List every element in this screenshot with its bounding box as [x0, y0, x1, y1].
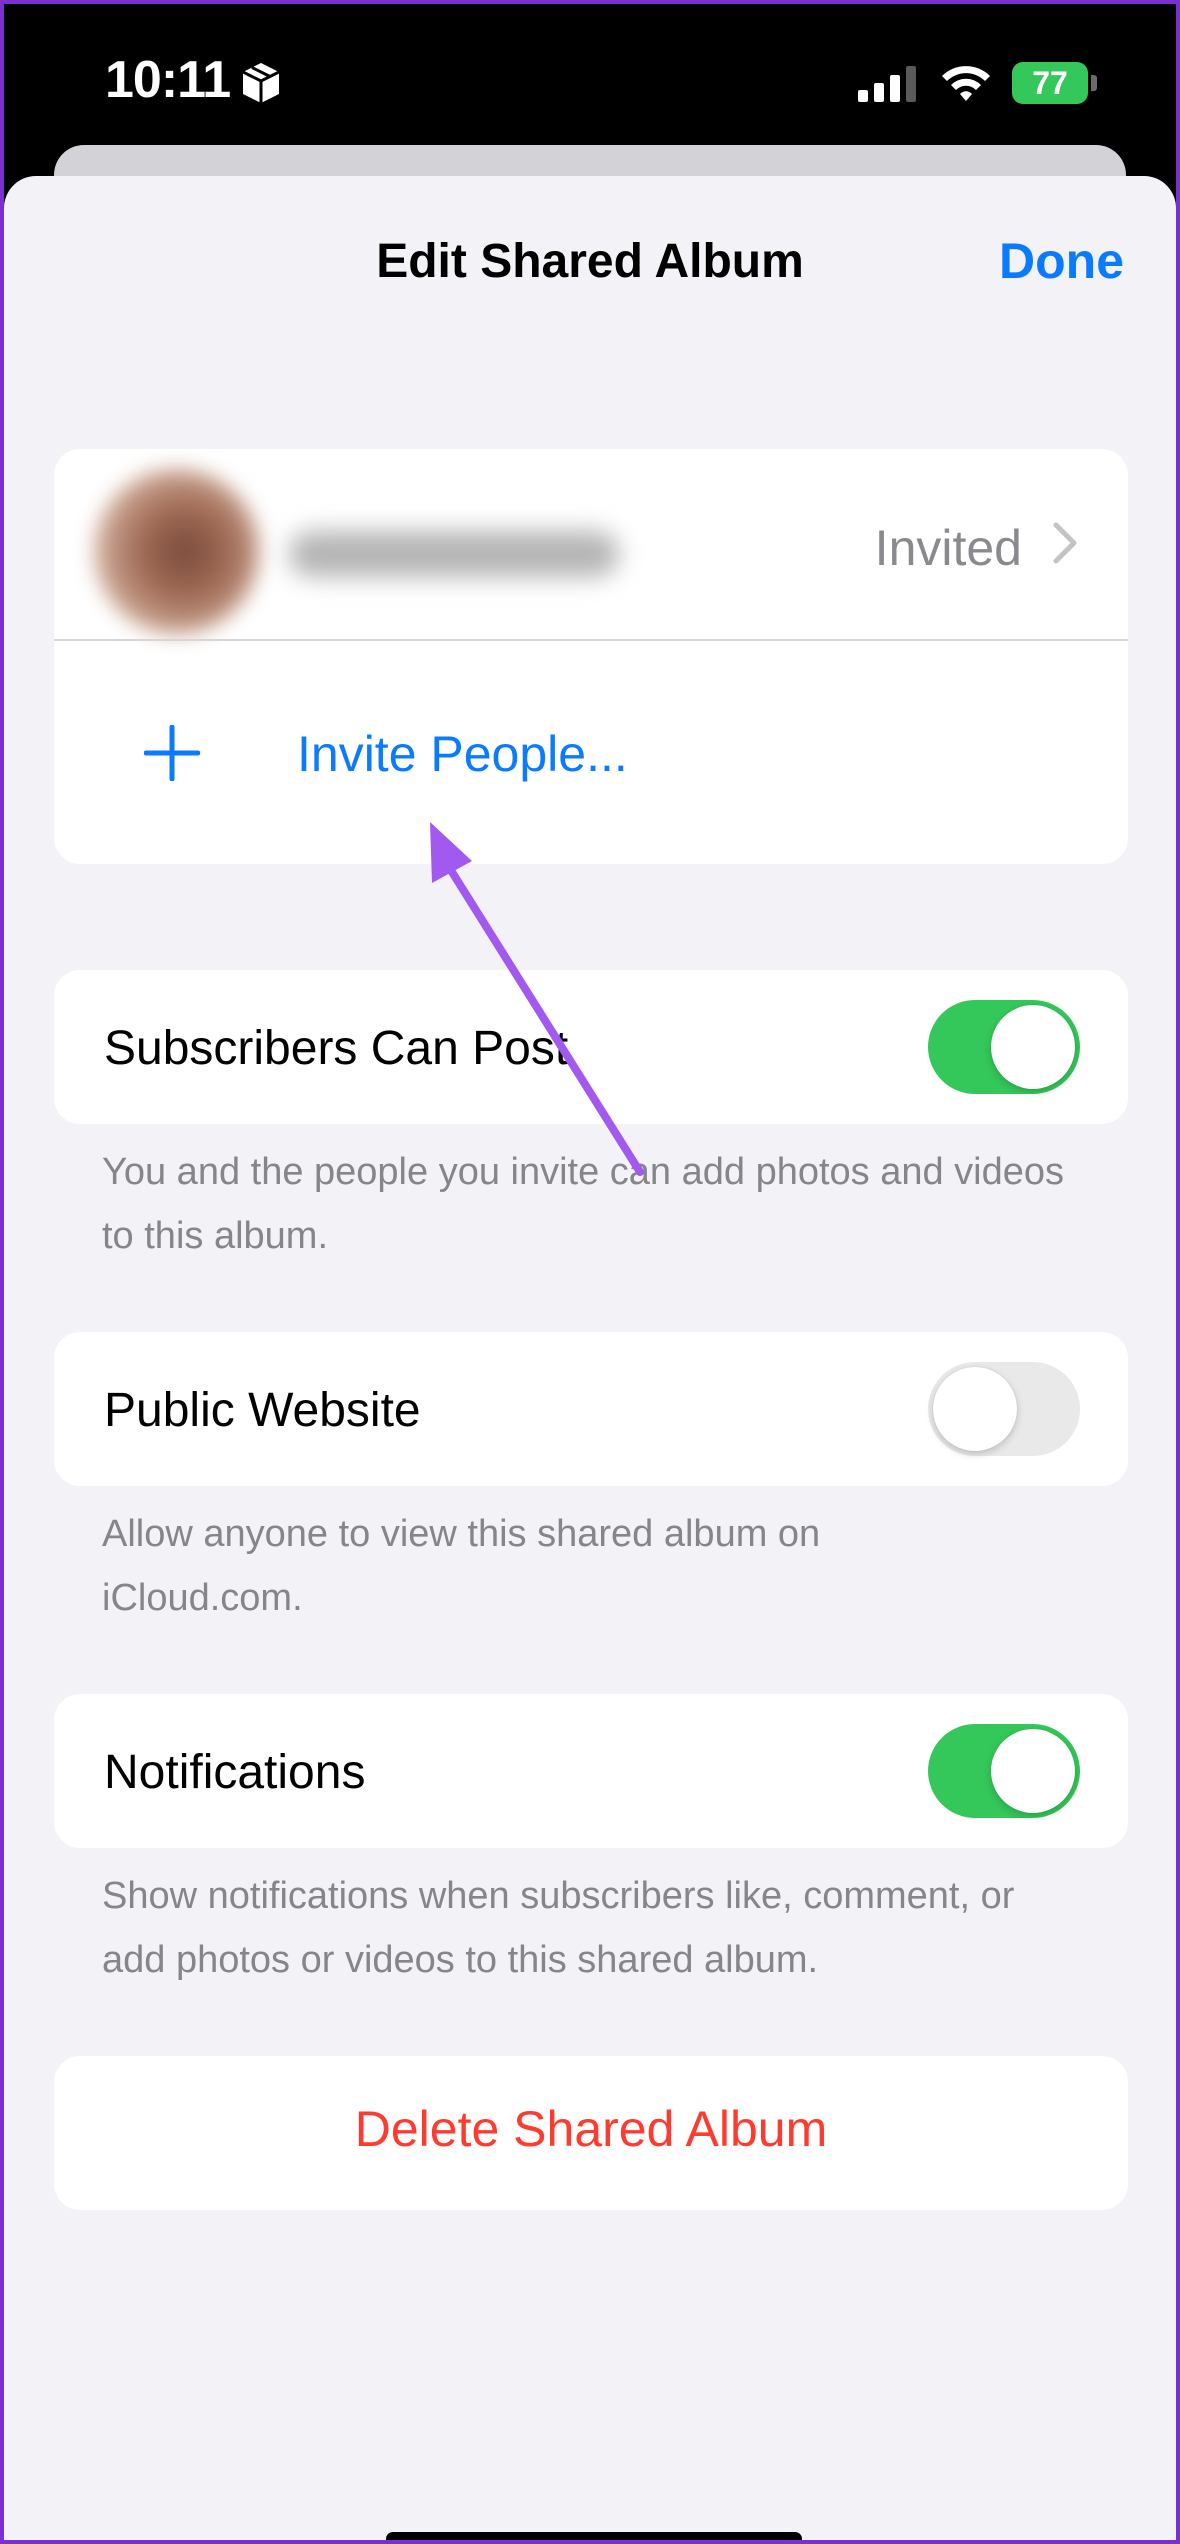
public-website-label: Public Website — [104, 1384, 421, 1437]
invitee-name-redacted — [289, 531, 619, 577]
status-time: 10:11 — [105, 51, 231, 109]
invite-people-button[interactable]: Invite People... — [54, 641, 1128, 864]
delete-shared-album-button[interactable]: Delete Shared Album — [54, 2056, 1128, 2210]
public-website-footer: Allow anyone to view this shared album o… — [102, 1513, 821, 1619]
notifications-card: Notifications — [54, 1694, 1128, 1848]
invitee-row[interactable]: Invited — [54, 449, 1128, 639]
battery-cap — [1091, 75, 1097, 91]
status-bar: 10:11 77 — [0, 0, 1180, 150]
battery-level: 77 — [1032, 64, 1068, 101]
edit-shared-album-sheet: Edit Shared Album Done Invited Invite Pe… — [4, 176, 1176, 2544]
cellular-signal-icon — [858, 66, 916, 102]
chevron-right-icon — [1053, 522, 1077, 564]
public-website-card: Public Website — [54, 1332, 1128, 1486]
subscribers-can-post-card: Subscribers Can Post — [54, 970, 1128, 1124]
subscribers-can-post-footer: You and the people you invite can add ph… — [102, 1151, 1065, 1257]
done-button[interactable]: Done — [999, 232, 1124, 290]
public-website-toggle[interactable] — [928, 1362, 1080, 1456]
plus-icon — [144, 725, 200, 781]
home-indicator — [386, 2532, 802, 2544]
notifications-label: Notifications — [104, 1746, 366, 1799]
subscribers-can-post-label: Subscribers Can Post — [104, 1022, 569, 1075]
toggle-knob — [991, 1729, 1075, 1813]
toggle-knob — [991, 1005, 1075, 1089]
subscribers-can-post-toggle[interactable] — [928, 1000, 1080, 1094]
invitee-status: Invited — [874, 520, 1022, 576]
toggle-knob — [933, 1367, 1017, 1451]
invite-people-label: Invite People... — [297, 726, 628, 782]
notifications-footer: Show notifications when subscribers like… — [102, 1875, 1015, 1981]
wifi-icon — [942, 66, 990, 101]
avatar — [94, 469, 259, 634]
delete-shared-album-label: Delete Shared Album — [354, 2101, 828, 2157]
notifications-toggle[interactable] — [928, 1724, 1080, 1818]
package-icon — [242, 63, 280, 103]
battery-charging-icon: 77 — [1012, 62, 1088, 104]
people-card: Invited Invite People... — [54, 449, 1128, 864]
